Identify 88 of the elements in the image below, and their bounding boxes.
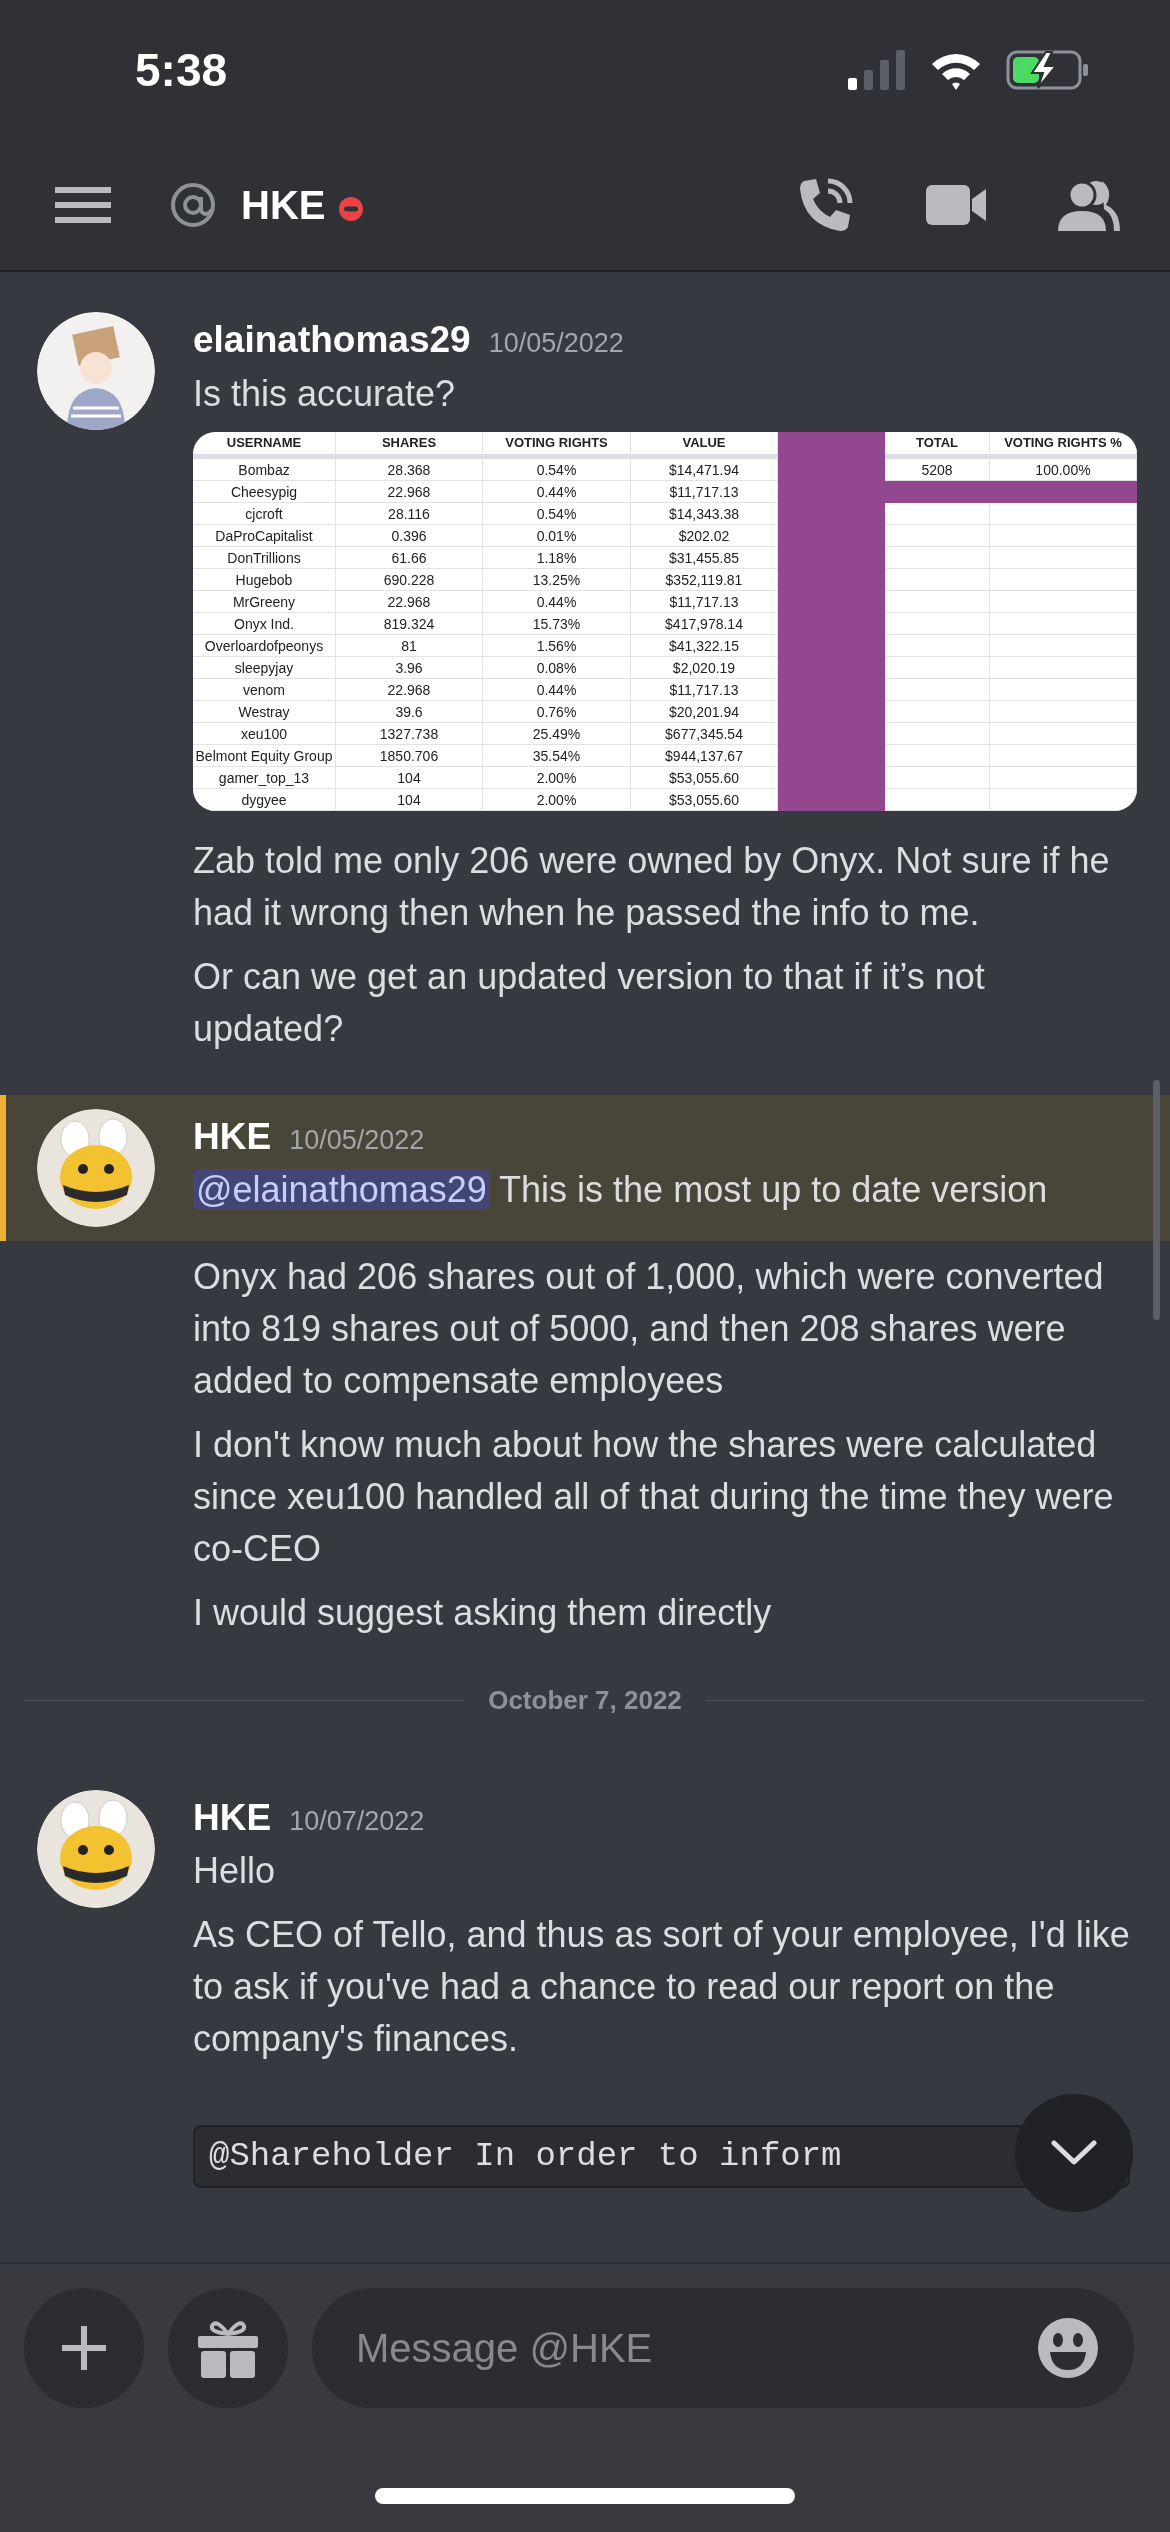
table-cell: 0.76% xyxy=(483,700,631,723)
table-cell: 22.968 xyxy=(336,480,483,503)
clock-time: 5:38 xyxy=(135,42,228,98)
table-cell: Onyx Ind. xyxy=(193,612,336,635)
gift-icon xyxy=(198,2318,258,2378)
table-cell: Belmont Equity Group xyxy=(193,744,336,767)
table-cell: xeu100 xyxy=(193,722,336,745)
table-cell: venom xyxy=(193,678,336,701)
table-cell: 0.44% xyxy=(483,590,631,613)
table-cell: Bombaz xyxy=(193,458,336,481)
table-cell: 13.25% xyxy=(483,568,631,591)
table-cell: 104 xyxy=(336,766,483,789)
members-icon[interactable] xyxy=(1058,179,1120,231)
message-text: Onyx had 206 shares out of 1,000, which were converted into 819 shares out of 5000, and then 208 shares were added to compensate employees xyxy=(193,1254,1105,1403)
table-cell: 0.44% xyxy=(483,480,631,503)
table-cell: Cheesypig xyxy=(193,480,336,503)
table-cell: 0.01% xyxy=(483,524,631,547)
table-cell: gamer_top_13 xyxy=(193,766,336,789)
chevron-down-icon xyxy=(1051,2140,1097,2166)
column-header: VOTING RIGHTS % xyxy=(990,431,1137,459)
table-cell: 5208 xyxy=(885,458,990,481)
table-cell: cjcroft xyxy=(193,502,336,525)
table-cell: 22.968 xyxy=(336,678,483,701)
table-cell: 0.396 xyxy=(336,524,483,547)
date-divider: October 7, 2022 xyxy=(488,1683,682,1717)
message-text: I would suggest asking them directly xyxy=(193,1590,773,1635)
menu-icon[interactable] xyxy=(55,185,111,225)
table-cell: 81 xyxy=(336,634,483,657)
table-cell: 0.44% xyxy=(483,678,631,701)
table-cell: 2.00% xyxy=(483,766,631,789)
username[interactable]: HKE xyxy=(193,1108,272,1164)
table-cell: DonTrillions xyxy=(193,546,336,569)
table-cell: 1327.738 xyxy=(336,722,483,745)
table-cell: Hugebob xyxy=(193,568,336,591)
table-cell: MrGreeny xyxy=(193,590,336,613)
table-cell: sleepyjay xyxy=(193,656,336,679)
table-cell: 25.49% xyxy=(483,722,631,745)
table-cell: 104 xyxy=(336,788,483,811)
scrollbar[interactable] xyxy=(1153,1080,1160,1320)
table-cell: 3.96 xyxy=(336,656,483,679)
video-camera-icon[interactable] xyxy=(926,183,988,227)
table-cell: 0.54% xyxy=(483,458,631,481)
message-text: @elainathomas29 This is the most up to date version xyxy=(193,1164,1130,1216)
table-cell: dygyee xyxy=(193,788,336,811)
table-cell: Overloardofpeonys xyxy=(193,634,336,657)
avatar-icon[interactable] xyxy=(37,312,155,430)
table-cell: 39.6 xyxy=(336,700,483,723)
do-not-disturb-icon xyxy=(339,197,364,221)
plus-icon xyxy=(62,2326,106,2370)
table-cell: 28.368 xyxy=(336,458,483,481)
message-text: Hello xyxy=(193,1849,277,1893)
column-header: USERNAME xyxy=(193,431,336,459)
table-cell: 28.116 xyxy=(336,502,483,525)
message-text: Is this accurate? xyxy=(193,371,457,416)
table-cell: 0.08% xyxy=(483,656,631,679)
timestamp: 10/05/2022 xyxy=(289,1123,425,1157)
table-cell: 690.228 xyxy=(336,568,483,591)
column-header: TOTAL xyxy=(885,431,990,459)
table-cell: Westray xyxy=(193,700,336,723)
table-cell: 15.73% xyxy=(483,612,631,635)
channel-title: HKE xyxy=(241,182,326,229)
table-cell: 1850.706 xyxy=(336,744,483,767)
timestamp: 10/05/2022 xyxy=(488,327,624,360)
column-header: SHARES xyxy=(336,431,483,459)
message-text: As CEO of Tello, and thus as sort of your employee, I'd like to ask if you've had a chance to read our report on the company's finances. xyxy=(193,1913,1130,2061)
column-header: VOTING RIGHTS xyxy=(483,431,631,459)
mention-link[interactable]: @elainathomas29 xyxy=(193,1169,490,1210)
emoji-icon[interactable] xyxy=(1038,2318,1098,2378)
table-cell: 819.324 xyxy=(336,612,483,635)
message-text: Or can we get an updated version to that if it’s not updated? xyxy=(193,954,986,1051)
table-cell: 61.66 xyxy=(336,546,483,569)
battery-charging-icon xyxy=(1006,50,1090,90)
username[interactable]: elainathomas29 xyxy=(193,312,471,368)
table-cell: 35.54% xyxy=(483,744,631,767)
message-text: Zab told me only 206 were owned by Onyx. Not sure if he had it wrong then when he passed the info to me. xyxy=(193,838,1111,935)
table-cell: 1.18% xyxy=(483,546,631,569)
signal-icon xyxy=(848,50,906,90)
at-icon xyxy=(169,181,217,229)
table-cell: 22.968 xyxy=(336,590,483,613)
message-input[interactable]: Message @HKE xyxy=(312,2288,1134,2408)
table-cell: 2.00% xyxy=(483,788,631,811)
message-text: I don't know much about how the shares were calculated since xeu100 handled all of that during the time they were co-CEO xyxy=(193,1422,1115,1571)
table-cell: DaProCapitalist xyxy=(193,524,336,547)
table-cell: 1.56% xyxy=(483,634,631,657)
username[interactable]: HKE xyxy=(193,1789,272,1845)
timestamp: 10/07/2022 xyxy=(289,1804,425,1838)
table-cell: 0.54% xyxy=(483,502,631,525)
table-cell: 100.00% xyxy=(990,458,1137,481)
